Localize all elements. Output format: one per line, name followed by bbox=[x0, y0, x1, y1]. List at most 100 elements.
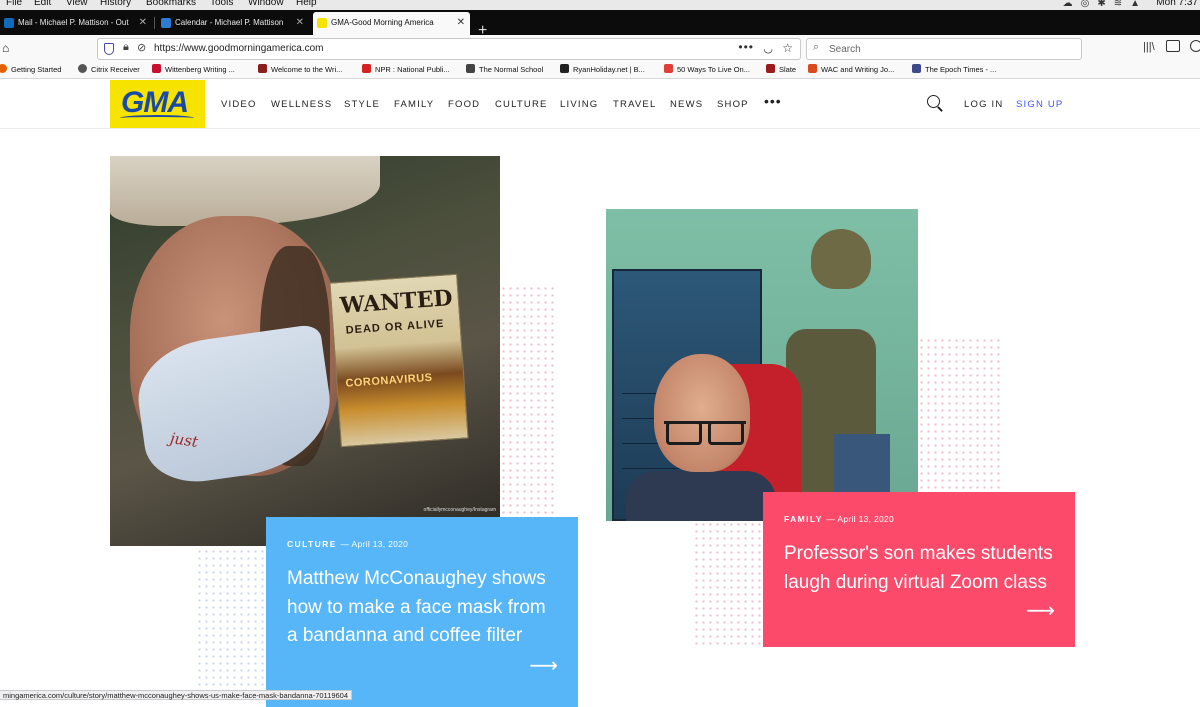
shield-icon bbox=[664, 64, 673, 73]
macos-menu-bar: File Edit View History Bookmarks Tools W… bbox=[0, 0, 1200, 10]
citrix-icon bbox=[78, 64, 87, 73]
menu-help[interactable]: Help bbox=[296, 0, 317, 8]
article-headline[interactable]: Professor's son makes students laugh dur… bbox=[784, 540, 1064, 597]
bookmark-label: Slate bbox=[779, 65, 797, 74]
home-icon[interactable]: ⌂ bbox=[2, 41, 9, 55]
outlook-icon bbox=[4, 18, 14, 28]
nav-family[interactable]: FAMILY bbox=[394, 99, 434, 110]
bookmark-item[interactable]: WAC and Writing Jo... bbox=[808, 64, 894, 76]
article-category: CULTURE — April 13, 2020 bbox=[287, 539, 408, 549]
menu-file[interactable]: File bbox=[6, 0, 22, 8]
arrow-right-icon[interactable]: ⟶ bbox=[529, 653, 558, 678]
article-image-mcconaughey[interactable]: just WANTED DEAD OR ALIVE CORONAVIRUS of… bbox=[110, 156, 500, 546]
url-text[interactable]: https://www.goodmorningamerica.com bbox=[154, 43, 324, 54]
permissions-icon[interactable]: ⊘ bbox=[137, 41, 146, 54]
bookmark-star-icon[interactable]: ☆ bbox=[782, 41, 793, 55]
calendar-icon bbox=[161, 18, 171, 28]
menu-window[interactable]: Window bbox=[248, 0, 284, 8]
lock-icon[interactable]: 🔒︎ bbox=[123, 41, 129, 54]
clock[interactable]: Mon 7:37 bbox=[1156, 0, 1198, 8]
tab-gma[interactable]: GMA-Good Morning America ✕ bbox=[313, 12, 470, 35]
tab-calendar[interactable]: Calendar - Michael P. Mattison ✕ bbox=[157, 12, 309, 33]
article-card-culture[interactable]: CULTURE — April 13, 2020 Matthew McConau… bbox=[266, 517, 578, 707]
firefox-icon bbox=[0, 64, 7, 73]
page-actions-icon[interactable]: ••• bbox=[738, 40, 754, 54]
ryanholiday-icon bbox=[560, 64, 569, 73]
close-icon[interactable]: ✕ bbox=[139, 12, 147, 33]
search-input[interactable]: ⌕ Search bbox=[806, 38, 1082, 60]
wac-icon bbox=[808, 64, 817, 73]
dot-pattern bbox=[693, 521, 763, 646]
article-image-professor[interactable] bbox=[606, 209, 918, 521]
library-icon[interactable]: |||\ bbox=[1143, 41, 1155, 53]
bookmark-item[interactable]: 50 Ways To Live On... bbox=[664, 64, 750, 76]
tracking-protection-icon[interactable] bbox=[104, 43, 114, 55]
bookmark-item[interactable]: Wittenberg Writing ... bbox=[152, 64, 235, 76]
nav-shop[interactable]: SHOP bbox=[717, 99, 749, 110]
url-bar[interactable]: 🔒︎ ⊘ https://www.goodmorningamerica.com … bbox=[97, 38, 801, 60]
close-icon[interactable]: ✕ bbox=[296, 12, 304, 33]
glasses-shape bbox=[664, 421, 746, 445]
bookmarks-toolbar: Getting Started Citrix Receiver Wittenbe… bbox=[0, 62, 1200, 79]
status-icons[interactable]: ☁◎✱≋▲ bbox=[1063, 0, 1148, 9]
sidebar-icon[interactable] bbox=[1166, 40, 1180, 52]
nav-living[interactable]: LIVING bbox=[560, 99, 598, 110]
professor-face bbox=[654, 354, 750, 472]
article-date: — April 13, 2020 bbox=[340, 539, 409, 549]
navigation-toolbar: ⌂ 🔒︎ ⊘ https://www.goodmorningamerica.co… bbox=[0, 35, 1200, 62]
menu-edit[interactable]: Edit bbox=[34, 0, 51, 8]
nav-travel[interactable]: TRAVEL bbox=[613, 99, 656, 110]
more-menu-icon[interactable]: ••• bbox=[764, 93, 782, 109]
bookmark-label: Welcome to the Wri... bbox=[271, 65, 343, 74]
bookmark-label: WAC and Writing Jo... bbox=[821, 65, 895, 74]
poster-virus: CORONAVIRUS bbox=[345, 371, 433, 390]
menu-tools[interactable]: Tools bbox=[210, 0, 233, 8]
bookmark-item[interactable]: The Epoch Times - ... bbox=[912, 64, 996, 76]
bookmark-label: The Normal School bbox=[479, 65, 544, 74]
article-headline[interactable]: Matthew McConaughey shows how to make a … bbox=[287, 565, 552, 651]
signup-link[interactable]: SIGN UP bbox=[1016, 99, 1063, 110]
bookmark-item[interactable]: NPR : National Publi... bbox=[362, 64, 450, 76]
arrow-right-icon[interactable]: ⟶ bbox=[1026, 598, 1055, 623]
professor-body bbox=[626, 471, 776, 521]
nav-video[interactable]: VIDEO bbox=[221, 99, 257, 110]
slate-icon bbox=[766, 64, 775, 73]
bookmark-item[interactable]: Slate bbox=[766, 64, 796, 76]
account-icon[interactable] bbox=[1190, 40, 1200, 52]
article-card-family[interactable]: FAMILY — April 13, 2020 Professor's son … bbox=[763, 492, 1075, 647]
dot-pattern bbox=[196, 548, 266, 698]
bookmark-item[interactable]: Welcome to the Wri... bbox=[258, 64, 342, 76]
dot-pattern bbox=[500, 285, 558, 515]
bookmark-item[interactable]: RyanHoliday.net | B... bbox=[560, 64, 645, 76]
tab-strip: Mail - Michael P. Mattison - Out ✕ Calen… bbox=[0, 10, 1200, 39]
epoch-times-icon bbox=[912, 64, 921, 73]
nav-style[interactable]: STYLE bbox=[344, 99, 380, 110]
nav-wellness[interactable]: WELLNESS bbox=[271, 99, 332, 110]
nav-news[interactable]: NEWS bbox=[670, 99, 703, 110]
poster-subtitle: DEAD OR ALIVE bbox=[345, 317, 445, 337]
son-head bbox=[811, 229, 871, 289]
site-header: GMA VIDEO WELLNESS STYLE FAMILY FOOD CUL… bbox=[0, 79, 1200, 129]
pocket-icon[interactable]: ◡ bbox=[763, 42, 773, 55]
gma-logo[interactable]: GMA bbox=[110, 80, 205, 128]
logo-swoosh bbox=[120, 115, 194, 121]
menu-history[interactable]: History bbox=[100, 0, 131, 8]
dot-pattern bbox=[918, 337, 1002, 492]
nav-food[interactable]: FOOD bbox=[448, 99, 480, 110]
bookmark-item[interactable]: Getting Started bbox=[0, 64, 61, 76]
login-link[interactable]: LOG IN bbox=[964, 99, 1003, 110]
bookmark-item[interactable]: The Normal School bbox=[466, 64, 543, 76]
menu-view[interactable]: View bbox=[66, 0, 88, 8]
bookmark-item[interactable]: Citrix Receiver bbox=[78, 64, 140, 76]
page-icon bbox=[258, 64, 267, 73]
search-icon: ⌕ bbox=[813, 41, 820, 53]
tab-title: Calendar - Michael P. Mattison bbox=[175, 18, 284, 27]
bookmark-label: NPR : National Publi... bbox=[375, 65, 450, 74]
gma-favicon-icon bbox=[317, 18, 327, 28]
tab-mail[interactable]: Mail - Michael P. Mattison - Out ✕ bbox=[0, 12, 152, 33]
close-icon[interactable]: ✕ bbox=[457, 12, 465, 33]
search-icon[interactable] bbox=[927, 95, 940, 108]
menu-bookmarks[interactable]: Bookmarks bbox=[146, 0, 196, 8]
nav-culture[interactable]: CULTURE bbox=[495, 99, 548, 110]
tab-title: Mail - Michael P. Mattison - Out bbox=[18, 18, 129, 27]
